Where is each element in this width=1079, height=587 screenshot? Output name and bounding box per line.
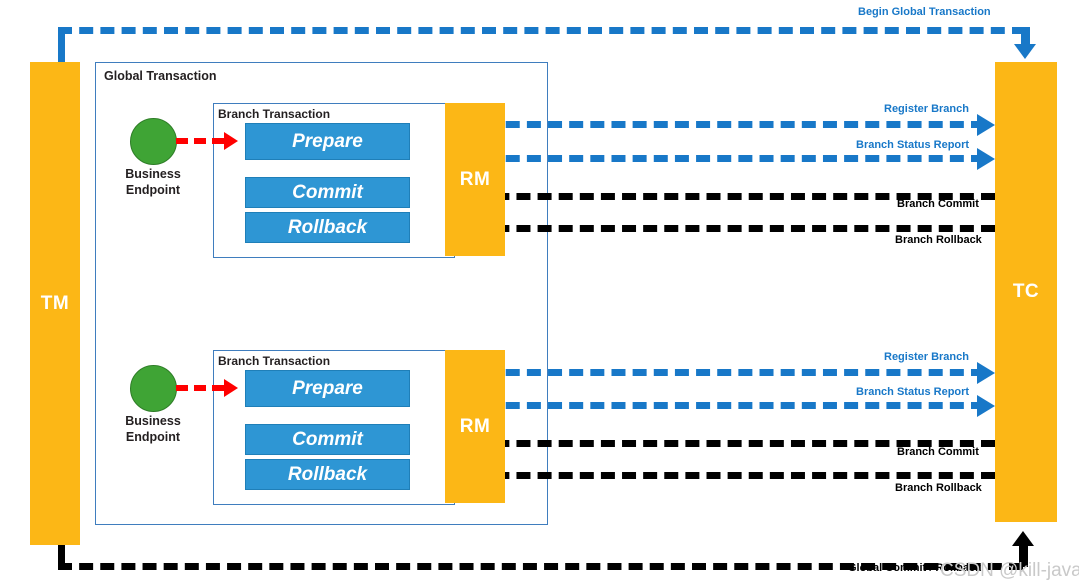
business-endpoint-label-2: Business Endpoint: [98, 413, 208, 445]
rm-pillar-2: RM: [445, 350, 505, 503]
commit-operation-2[interactable]: Commit: [245, 424, 410, 455]
commit-operation-1[interactable]: Commit: [245, 177, 410, 208]
branch-commit-label-2: Branch Commit: [897, 446, 979, 458]
commit-operation-label-2: Commit: [292, 428, 363, 450]
prepare-operation-label-1: Prepare: [292, 130, 363, 152]
register-branch-label-1: Register Branch: [884, 103, 969, 115]
branch-rollback-line-2: [432, 472, 995, 479]
branch-rollback-line-1: [432, 225, 995, 232]
register-branch-label-2: Register Branch: [884, 351, 969, 363]
branch-transaction-label-2: Branch Transaction: [218, 354, 331, 368]
business-endpoint-dot-2: [130, 365, 177, 412]
branch-rollback-label-2: Branch Rollback: [895, 482, 982, 494]
business-endpoint-line1-1: Business: [125, 167, 181, 181]
diagram-canvas: Begin Global Transaction TM Global Trans…: [0, 0, 1079, 587]
branch-transaction-label-1: Branch Transaction: [218, 107, 331, 121]
global-commit-arrowhead: [1012, 531, 1034, 546]
tc-label: TC: [1012, 281, 1040, 302]
branch-status-report-arrowhead-2: [977, 395, 995, 417]
rm-label-1: RM: [459, 168, 491, 190]
register-branch-arrowhead-2: [977, 362, 995, 384]
branch-status-report-label-2: Branch Status Report: [856, 386, 970, 398]
rollback-operation-1[interactable]: Rollback: [245, 212, 410, 243]
branch-status-report-arrowhead-1: [977, 148, 995, 170]
rollback-operation-label-2: Rollback: [287, 463, 368, 485]
begin-global-transaction-label: Begin Global Transaction: [858, 6, 991, 18]
begin-global-transaction-arrowhead: [1014, 44, 1036, 59]
tc-pillar: TC: [995, 62, 1057, 522]
begin-global-transaction-line: [58, 27, 1026, 34]
prepare-operation-2[interactable]: Prepare: [245, 370, 410, 407]
branch-rollback-label-1: Branch Rollback: [895, 234, 982, 246]
business-endpoint-label-1: Business Endpoint: [98, 166, 208, 198]
tm-pillar: TM: [30, 62, 80, 545]
rm-label-2: RM: [459, 415, 491, 437]
rm-pillar-1: RM: [445, 103, 505, 256]
rollback-operation-2[interactable]: Rollback: [245, 459, 410, 490]
endpoint-invoke-arrowhead-1: [224, 132, 238, 150]
tm-label: TM: [40, 292, 70, 314]
endpoint-invoke-arrowhead-2: [224, 379, 238, 397]
watermark: CSDN @kill-java: [940, 560, 1079, 581]
register-branch-arrowhead-1: [977, 114, 995, 136]
begin-global-transaction-stem: [1021, 27, 1030, 45]
branch-status-report-label-1: Branch Status Report: [856, 139, 970, 151]
business-endpoint-line2-1: Endpoint: [125, 183, 181, 197]
business-endpoint-line1-2: Business: [125, 414, 181, 428]
prepare-operation-1[interactable]: Prepare: [245, 123, 410, 160]
business-endpoint-line2-2: Endpoint: [125, 430, 181, 444]
commit-operation-label-1: Commit: [292, 181, 363, 203]
branch-commit-label-1: Branch Commit: [897, 198, 979, 210]
endpoint-invoke-line-1: [176, 138, 224, 144]
prepare-operation-label-2: Prepare: [292, 377, 363, 399]
rollback-operation-label-1: Rollback: [287, 216, 368, 238]
business-endpoint-dot-1: [130, 118, 177, 165]
global-transaction-label: Global Transaction: [104, 69, 217, 83]
endpoint-invoke-line-2: [176, 385, 224, 391]
